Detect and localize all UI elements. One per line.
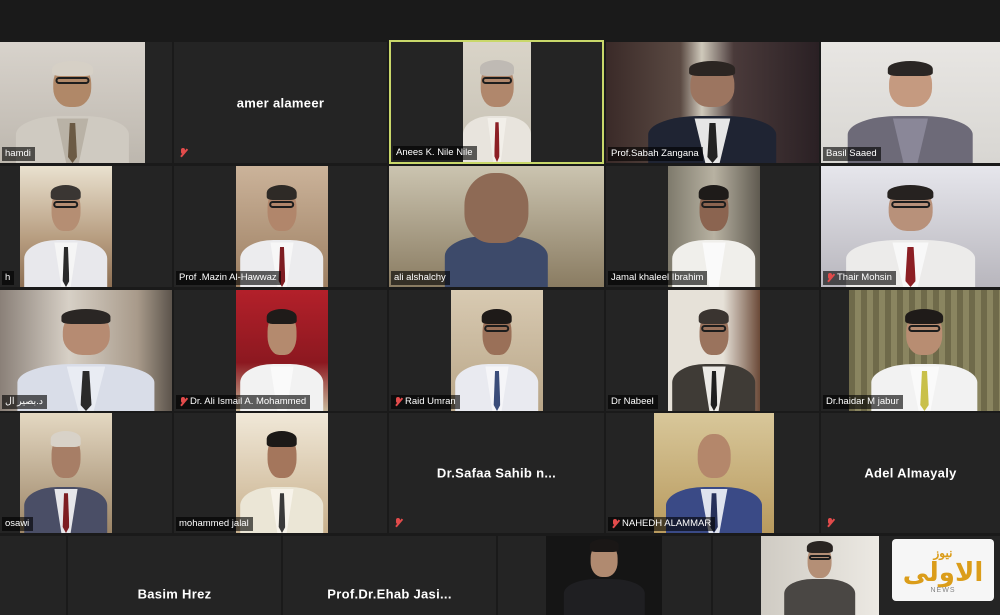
participant-tile[interactable]: Basim Hrez [68,536,281,615]
mic-muted-icon [394,397,402,407]
participant-video [654,413,774,533]
participant-video [849,290,1000,411]
participant-tile[interactable]: Dr.haidar M jabur [821,290,1000,411]
participant-tile[interactable]: ali alshalchy [389,166,604,287]
participant-name-label: Dr Nabeel [608,395,658,409]
watermark-logo: نيوز الاولى NEWS [892,539,994,601]
participant-video [0,290,172,411]
participant-name-label: Prof.Sabah Zangana [608,147,703,161]
participant-tile[interactable]: Dr. Ali Ismail A. Mohammed [174,290,387,411]
participant-tile[interactable]: Dr Nabeel [606,290,819,411]
watermark-arabic: الاولى [902,557,984,588]
participant-tile[interactable]: Dr.Safaa Sahib n... [389,413,604,533]
participant-name-label: Anees K. Nile Nile [393,146,477,160]
participant-name-label: Prof .Mazin Al-Hawwaz [176,271,281,285]
participant-tile[interactable]: Prof.Sabah Zangana [606,42,819,163]
participant-tile[interactable]: Jamal khaleel Ibrahim [606,166,819,287]
participant-video [821,166,1000,287]
participant-video [236,413,328,533]
mic-muted-icon [826,518,834,528]
participant-tile[interactable]: amer alameer [174,42,387,163]
participant-video [236,166,328,287]
participant-name-label: Dr. Ali Ismail A. Mohammed [176,395,311,409]
participant-video [0,42,145,163]
participant-name-label: h [2,271,15,285]
participant-name-label: Basil Saaed [823,147,881,161]
participant-name-label: mohammed jalal [176,517,253,531]
participant-video [20,413,112,533]
participant-tile[interactable]: د.بصير ال [0,290,172,411]
participant-tile[interactable]: Raid Umran [389,290,604,411]
participant-video [546,536,662,615]
mic-muted-icon [826,273,834,283]
participant-name-label: NAHEDH ALAMMAR [608,517,716,531]
participant-video [389,166,604,287]
participant-name-label: Jamal khaleel Ibrahim [608,271,708,285]
participant-name-label: د.بصير ال [2,395,48,409]
participant-tile[interactable]: h [0,166,172,287]
participant-video [236,290,328,411]
participant-video [20,166,112,287]
participant-tile[interactable]: osawi [0,413,172,533]
participant-tile[interactable]: Basil Saaed [821,42,1000,163]
participant-video [451,290,543,411]
participant-name-label: ali alshalchy [391,271,450,285]
watermark-arabic-small: نيوز [933,545,953,560]
participant-video [668,290,760,411]
participant-name-label: Raid Umran [391,395,460,409]
participant-name: amer alameer [236,95,325,110]
participant-tile[interactable]: NAHEDH ALAMMAR [606,413,819,533]
participant-tile[interactable] [498,536,711,615]
mic-muted-icon [179,397,187,407]
participant-video [463,42,531,162]
participant-video [668,166,760,287]
participant-name: Basim Hrez [137,586,212,602]
participant-tile[interactable]: mohammed jalal [174,413,387,533]
participant-video [761,536,879,615]
mic-muted-icon [179,148,187,158]
participant-name-label: hamdi [2,147,35,161]
video-gallery-grid: hamdi amer alameer Anees K. Nile Nile Pr… [0,0,1000,615]
participant-video [821,42,1000,163]
participant-video [606,42,819,163]
participant-name-label: osawi [2,517,34,531]
participant-name: Prof.Dr.Ehab Jasi... [327,586,452,602]
participant-tile[interactable]: hamdi [0,42,172,163]
participant-tile[interactable]: Prof.Dr.Ehab Jasi... [283,536,496,615]
mic-muted-icon [611,519,619,529]
mic-muted-icon [394,518,402,528]
participant-name-label: Dr.haidar M jabur [823,395,903,409]
watermark-latin: NEWS [930,586,956,594]
participant-name: Dr.Safaa Sahib n... [436,465,557,481]
participant-tile[interactable]: Thair Mohsin [821,166,1000,287]
participant-tile[interactable]: Prof .Mazin Al-Hawwaz [174,166,387,287]
participant-tile[interactable]: Adel Almayaly [821,413,1000,533]
participant-tile[interactable] [0,536,66,615]
participant-tile-active-speaker[interactable]: Anees K. Nile Nile [389,40,604,164]
participant-name-label: Thair Mohsin [823,271,896,285]
participant-name: Adel Almayaly [864,465,957,481]
